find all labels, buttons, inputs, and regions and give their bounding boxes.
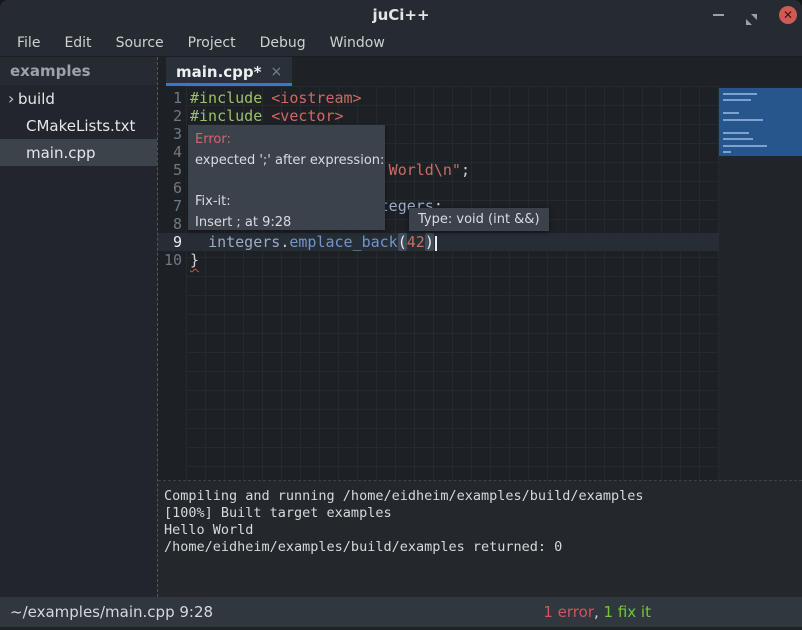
- line-number: 8: [158, 215, 186, 233]
- menu-window[interactable]: Window: [325, 33, 390, 53]
- code-token: .: [280, 233, 289, 251]
- line-number: 10: [158, 251, 186, 269]
- terminal-output[interactable]: Compiling and running /home/eidheim/exam…: [158, 481, 802, 597]
- tree-item-build[interactable]: ›build: [0, 85, 157, 112]
- tree-item-cmakelists-txt[interactable]: CMakeLists.txt: [0, 112, 157, 139]
- code-token: #include: [190, 107, 271, 125]
- code-line-10: }: [186, 251, 719, 269]
- code-token: integers: [208, 233, 280, 251]
- code-line-1: #include <iostream>: [186, 89, 719, 107]
- chevron-right-icon[interactable]: ›: [0, 85, 18, 112]
- tab-close-icon[interactable]: ×: [270, 64, 282, 80]
- menu-project[interactable]: Project: [183, 33, 241, 53]
- code-token: <vector>: [271, 107, 343, 125]
- menu-source[interactable]: Source: [111, 33, 169, 53]
- terminal-line: /home/eidheim/examples/build/examples re…: [164, 539, 802, 556]
- line-number: 1: [158, 89, 186, 107]
- code-line-2: #include <vector>: [186, 107, 719, 125]
- minimap-line: [723, 138, 753, 140]
- code-token: 42: [407, 233, 425, 251]
- code-token: [190, 233, 208, 251]
- line-number: 7: [158, 197, 186, 215]
- line-number: 4: [158, 143, 186, 161]
- minimap-line: [723, 93, 757, 95]
- window-title: juCi++: [0, 0, 802, 30]
- terminal-line: Hello World: [164, 522, 802, 539]
- title-bar: juCi++ ✕: [0, 0, 802, 30]
- tree-item-label: CMakeLists.txt: [26, 117, 135, 135]
- line-number: 9: [158, 233, 186, 251]
- tab-main-cpp[interactable]: main.cpp* ×: [166, 57, 292, 86]
- app-window: juCi++ ✕ File Edit Source Project Debug Windo…: [0, 0, 802, 630]
- tree-item-label: main.cpp: [26, 144, 96, 162]
- close-icon[interactable]: ✕: [779, 6, 797, 24]
- minimap-line: [723, 151, 731, 153]
- code-token: (: [398, 233, 407, 251]
- terminal-line: Compiling and running /home/eidheim/exam…: [164, 488, 802, 505]
- code-token: <iostream>: [271, 89, 361, 107]
- line-number: 6: [158, 179, 186, 197]
- status-diagnostics: 1 error, 1 fix it: [543, 597, 651, 627]
- minimap-line: [723, 112, 739, 114]
- restore-icon[interactable]: [746, 10, 757, 21]
- status-fixit-count: 1 fix it: [604, 603, 651, 621]
- tree-item-label: build: [18, 90, 55, 108]
- menu-edit[interactable]: Edit: [59, 33, 96, 53]
- file-tree: ›build CMakeLists.txt main.cpp: [0, 85, 157, 166]
- fixit-tooltip-message: Insert ; at 9:28: [195, 212, 385, 233]
- type-tooltip: Type: void (int &&): [409, 208, 549, 231]
- minimap-line: [723, 99, 751, 101]
- status-file-location: ~/examples/main.cpp 9:28: [10, 597, 213, 627]
- minimap-line: [723, 132, 749, 134]
- error-tooltip-spacer: [195, 171, 385, 191]
- window-controls: ✕: [713, 0, 802, 30]
- menu-bar: File Edit Source Project Debug Window: [0, 30, 802, 57]
- code-token: ): [425, 233, 434, 251]
- code-token: #include: [190, 89, 271, 107]
- code-token: }: [190, 251, 199, 269]
- status-separator: ,: [594, 603, 604, 621]
- line-number: 5: [158, 161, 186, 179]
- minimap[interactable]: [719, 88, 802, 156]
- code-token: ;: [461, 161, 470, 179]
- status-bar: ~/examples/main.cpp 9:28 1 error, 1 fix …: [0, 597, 802, 627]
- code-line-9: integers.emplace_back(42): [186, 233, 719, 251]
- tab-bar: main.cpp* ×: [158, 57, 802, 86]
- overview-strip: [719, 86, 802, 481]
- fixit-tooltip-title: Fix-it:: [195, 191, 385, 212]
- tab-label: main.cpp*: [176, 63, 261, 81]
- file-tree-panel: examples ›build CMakeLists.txt main.cpp: [0, 57, 157, 597]
- status-error-count: 1 error: [543, 603, 594, 621]
- menu-debug[interactable]: Debug: [255, 33, 311, 53]
- minimap-line: [723, 119, 763, 121]
- minimize-icon[interactable]: [713, 14, 724, 16]
- tree-item-main-cpp[interactable]: main.cpp: [0, 139, 157, 166]
- line-number-gutter: 12345678910: [158, 86, 186, 481]
- minimap-line: [723, 145, 767, 147]
- code-token: emplace_back: [289, 233, 397, 251]
- error-tooltip: Error: expected ';' after expression: Fi…: [188, 125, 385, 230]
- error-tooltip-message: expected ';' after expression:: [195, 150, 385, 171]
- text-cursor: [435, 236, 437, 251]
- line-number: 3: [158, 125, 186, 143]
- line-number: 2: [158, 107, 186, 125]
- project-name-header: examples: [0, 57, 157, 85]
- terminal-line: [100%] Built target examples: [164, 505, 802, 522]
- error-tooltip-title: Error:: [195, 129, 385, 150]
- menu-file[interactable]: File: [12, 33, 45, 53]
